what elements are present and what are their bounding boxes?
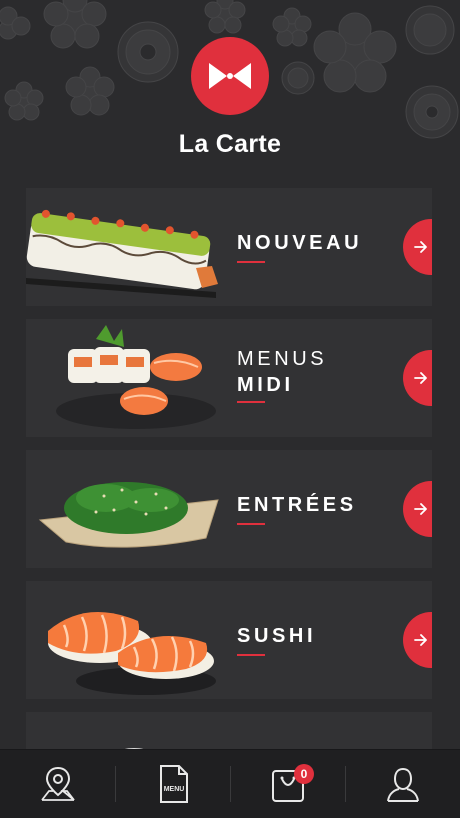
bow-tie-icon xyxy=(209,63,251,89)
partial-food-image xyxy=(120,748,148,752)
bottom-navigation: MENU 0 xyxy=(0,749,460,818)
nav-menu[interactable]: MENU xyxy=(115,750,230,818)
arrow-right-button[interactable] xyxy=(403,219,432,275)
menu-document-icon: MENU xyxy=(159,765,188,803)
arrow-right-icon xyxy=(414,634,427,646)
menu-item-sublabel: MIDI xyxy=(237,374,294,396)
menu-item-label: NOUVEAU xyxy=(237,232,363,254)
menu-item-entrees[interactable]: ENTRÉES xyxy=(26,450,432,568)
maki-plate-image xyxy=(56,325,216,429)
label-underline xyxy=(237,654,265,656)
arrow-right-button[interactable] xyxy=(403,350,432,406)
menu-item-nouveau[interactable]: NOUVEAU xyxy=(26,188,432,306)
menu-category-list: NOUVEAU MENUS MIDI ENTRÉES SUSHI xyxy=(26,188,460,752)
menu-item-sushi[interactable]: SUSHI xyxy=(26,581,432,699)
label-underline xyxy=(237,401,265,403)
menu-icon-label: MENU xyxy=(163,786,184,793)
cart-count-badge: 0 xyxy=(294,764,314,784)
menu-item-label: SUSHI xyxy=(237,625,317,647)
brand-logo xyxy=(191,37,269,115)
map-pin-icon xyxy=(40,766,75,801)
sushi-roll-image xyxy=(26,209,218,298)
menu-item-label: MENUS xyxy=(237,348,328,370)
arrow-right-button[interactable] xyxy=(403,612,432,668)
menu-item-partial[interactable] xyxy=(26,712,432,752)
arrow-right-icon xyxy=(414,241,427,253)
user-icon xyxy=(386,767,419,802)
nav-location[interactable] xyxy=(0,750,115,818)
label-underline xyxy=(237,523,265,525)
label-underline xyxy=(237,261,265,263)
menu-item-menus-midi[interactable]: MENUS MIDI xyxy=(26,319,432,437)
nav-account[interactable] xyxy=(345,750,460,818)
salmon-nigiri-image xyxy=(48,612,216,695)
page-title: La Carte xyxy=(178,130,282,158)
nav-cart[interactable]: 0 xyxy=(230,750,345,818)
arrow-right-icon xyxy=(414,503,427,515)
arrow-right-icon xyxy=(414,372,427,384)
seaweed-salad-image xyxy=(38,482,219,548)
menu-item-label: ENTRÉES xyxy=(237,494,357,516)
arrow-right-button[interactable] xyxy=(403,481,432,537)
